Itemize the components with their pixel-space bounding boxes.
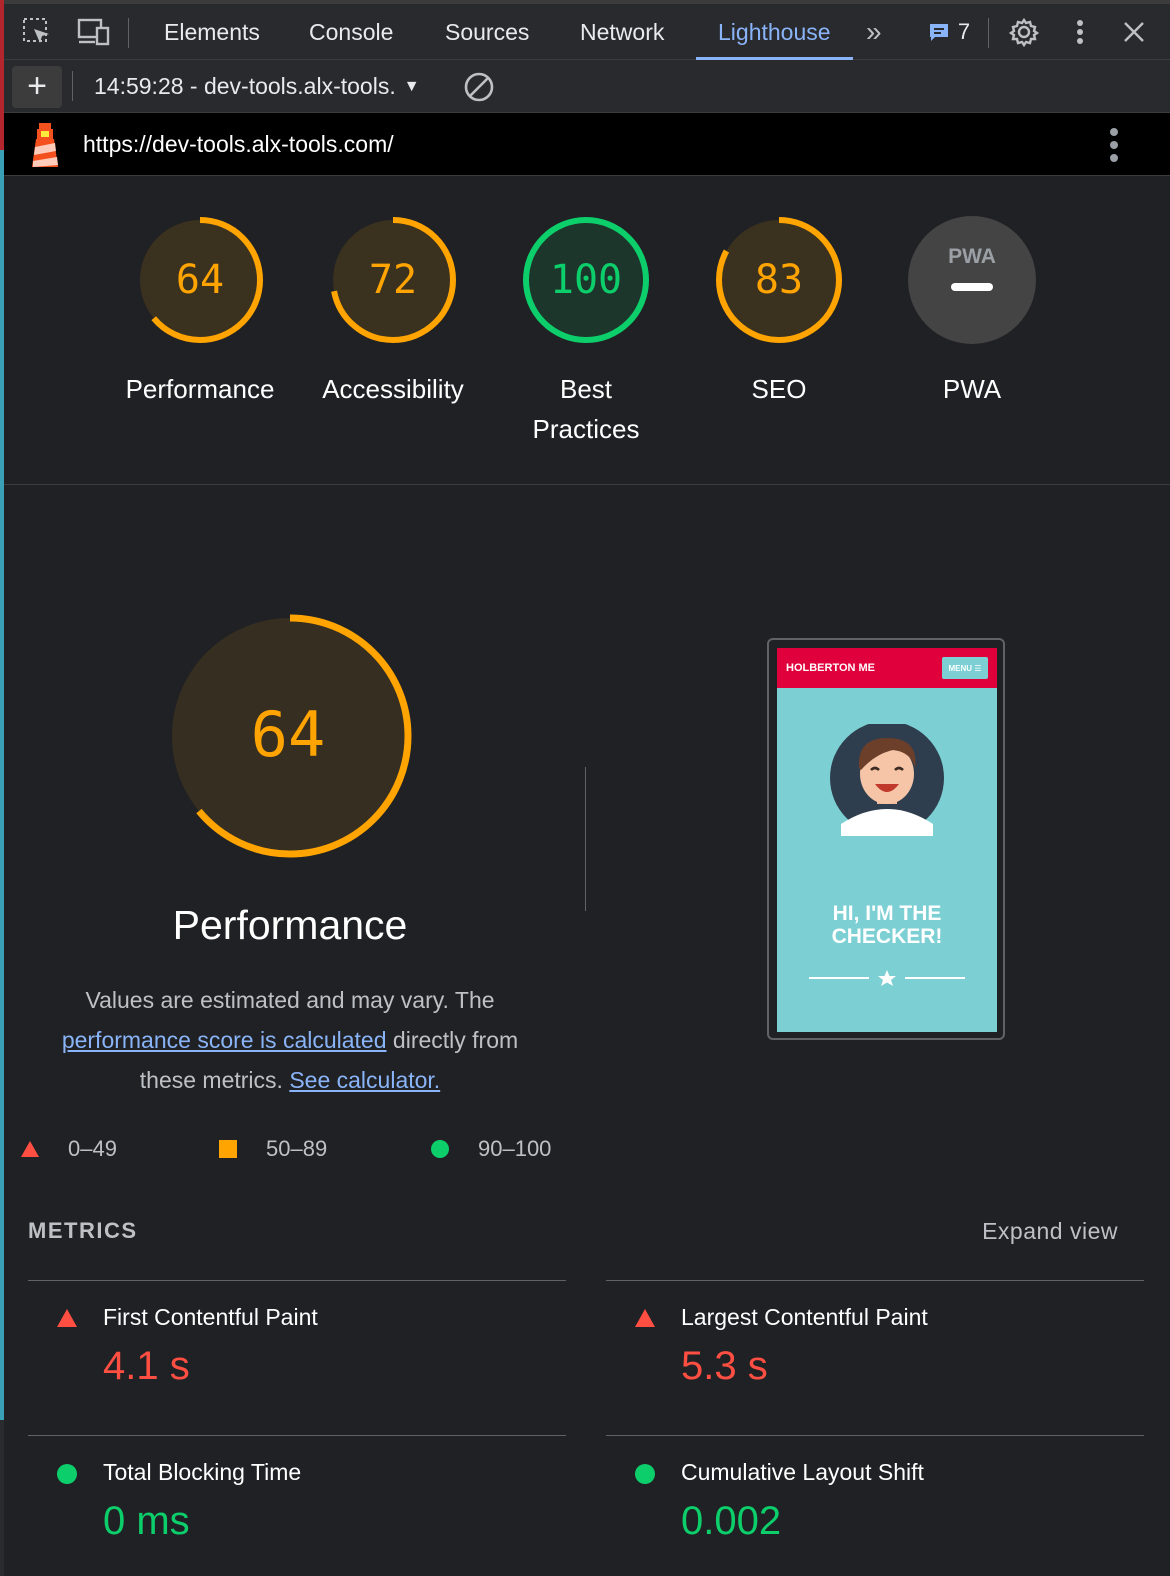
pass-circle-icon <box>57 1464 77 1484</box>
report-url[interactable]: https://dev-tools.alx-tools.com/ <box>83 113 394 176</box>
star-divider-icon <box>809 970 965 986</box>
score-calculated-link[interactable]: performance score is calculated <box>62 1027 387 1053</box>
screenshot-brand: HOLBERTON ME <box>786 662 876 674</box>
gauge-ring: 64 <box>137 217 263 343</box>
tab-sources[interactable]: Sources <box>445 4 529 60</box>
tabbar-separator <box>988 18 989 48</box>
performance-title: Performance <box>172 902 408 948</box>
legend-pass: 90–100 <box>430 1132 551 1166</box>
performance-description: Values are estimated and may vary. The p… <box>40 980 540 1100</box>
metrics-divider <box>606 1435 1144 1436</box>
report-url-bar: https://dev-tools.alx-tools.com/ <box>4 113 1170 176</box>
legend-range: 50–89 <box>266 1136 328 1161</box>
devtools-tabbar: Elements Console Sources Network Lightho… <box>4 4 1170 60</box>
gauge-pwa[interactable]: PWA PWA <box>872 215 1072 409</box>
metrics-heading: METRICS <box>28 1218 138 1243</box>
tab-console[interactable]: Console <box>309 4 393 60</box>
lighthouse-logo-icon <box>28 121 62 174</box>
report-selector[interactable]: 14:59:28 - dev-tools.alx-tools. ▼ <box>94 60 420 113</box>
gauge-ring: 72 <box>330 217 456 343</box>
new-report-button[interactable]: + <box>12 66 62 108</box>
metric-total-blocking-time: Total Blocking Time 0 ms <box>28 1437 548 1567</box>
gauge-ring: 100 <box>523 217 649 343</box>
screenshot-screen: HOLBERTON ME MENU ☰ HI, I'M THE CHECKER! <box>777 648 997 1032</box>
metric-label: First Contentful Paint <box>103 1304 318 1330</box>
legend-range: 90–100 <box>478 1136 552 1161</box>
final-screenshot[interactable]: HOLBERTON ME MENU ☰ HI, I'M THE CHECKER! <box>767 638 1005 1040</box>
expand-view-button[interactable]: Expand view <box>982 1218 1118 1245</box>
tabbar-separator <box>128 18 129 48</box>
dropdown-caret-icon: ▼ <box>403 77 420 95</box>
report-selector-label: 14:59:28 - dev-tools.alx-tools. <box>94 73 396 99</box>
gauge-label: PWA <box>942 374 1002 404</box>
triangle-icon <box>21 1141 39 1157</box>
more-tabs-button[interactable]: » <box>866 4 882 60</box>
gauge-score: 83 <box>755 257 803 303</box>
gauge-label: Best Practices <box>532 374 640 444</box>
issues-button[interactable]: 7 <box>924 4 974 60</box>
metrics-divider <box>28 1435 566 1436</box>
metric-value: 0.002 <box>681 1499 782 1543</box>
avatar-illustration-icon <box>830 724 944 836</box>
pwa-badge-text: PWA <box>948 245 996 268</box>
metric-label: Total Blocking Time <box>103 1459 302 1485</box>
gauge-seo[interactable]: 83 SEO <box>679 215 879 409</box>
legend-range: 0–49 <box>68 1136 117 1161</box>
metric-largest-contentful-paint: Largest Contentful Paint 5.3 s <box>606 1282 1126 1412</box>
gauge-label: Performance <box>125 374 275 404</box>
message-icon <box>929 24 948 41</box>
kebab-menu-icon[interactable] <box>1062 4 1098 60</box>
gauge-label: SEO <box>751 374 807 404</box>
issues-count: 7 <box>957 19 971 44</box>
legend-fail: 0–49 <box>20 1132 117 1166</box>
metric-value: 4.1 s <box>103 1344 190 1388</box>
gauge-score: 72 <box>369 257 417 303</box>
tab-lighthouse[interactable]: Lighthouse <box>696 4 853 60</box>
circle-icon <box>431 1140 449 1158</box>
metric-first-contentful-paint: First Contentful Paint 4.1 s <box>28 1282 548 1412</box>
hero-line: HI, I'M THE <box>832 902 942 925</box>
screenshot-hero-text: HI, I'M THE CHECKER! <box>777 902 997 948</box>
performance-gauge-large: 64 <box>160 606 420 866</box>
gauge-ring: 64 <box>168 614 412 858</box>
gauge-ring: 83 <box>716 217 842 343</box>
legend-average: 50–89 <box>218 1132 327 1166</box>
metric-value: 0 ms <box>103 1499 190 1543</box>
lighthouse-toolbar: + 14:59:28 - dev-tools.alx-tools. ▼ <box>4 60 1170 113</box>
block-icon[interactable] <box>462 70 496 109</box>
metrics-divider <box>606 1280 1144 1281</box>
gauge-score: 100 <box>550 257 622 303</box>
gauge-performance[interactable]: 64 Performance <box>100 215 300 409</box>
toolbar-separator <box>72 71 73 101</box>
metric-label: Largest Contentful Paint <box>681 1304 928 1330</box>
metric-label: Cumulative Layout Shift <box>681 1459 924 1485</box>
performance-score: 64 <box>251 698 326 771</box>
category-gauges: 64 Performance 72 Accessibility 100 Best… <box>4 177 1170 485</box>
metric-value: 5.3 s <box>681 1344 768 1388</box>
screenshot-menu: MENU ☰ <box>942 657 988 679</box>
section-divider <box>585 767 586 911</box>
hero-line: CHECKER! <box>831 925 943 948</box>
gauge-score: 64 <box>176 257 224 303</box>
gauge-label: Accessibility <box>322 374 464 404</box>
screenshot-header: HOLBERTON ME MENU ☰ <box>777 648 997 688</box>
inspect-element-icon[interactable] <box>18 4 56 60</box>
fail-triangle-icon <box>57 1309 77 1327</box>
pass-circle-icon <box>635 1464 655 1484</box>
square-icon <box>219 1140 237 1158</box>
see-calculator-link[interactable]: See calculator. <box>289 1067 440 1093</box>
tab-elements[interactable]: Elements <box>164 4 260 60</box>
device-toolbar-icon[interactable] <box>74 4 114 60</box>
gauge-accessibility[interactable]: 72 Accessibility <box>293 215 493 409</box>
close-icon[interactable] <box>1114 4 1154 60</box>
gauge-best-practices[interactable]: 100 Best Practices <box>486 215 686 449</box>
fail-triangle-icon <box>635 1309 655 1327</box>
pwa-badge-icon: PWA <box>908 216 1036 344</box>
metrics-divider <box>28 1280 566 1281</box>
desc-text: Values are estimated and may vary. The <box>85 987 495 1013</box>
report-menu-icon[interactable] <box>1108 127 1120 168</box>
metric-cumulative-layout-shift: Cumulative Layout Shift 0.002 <box>606 1437 1126 1567</box>
tab-network[interactable]: Network <box>580 4 664 60</box>
settings-gear-icon[interactable] <box>1004 4 1044 60</box>
